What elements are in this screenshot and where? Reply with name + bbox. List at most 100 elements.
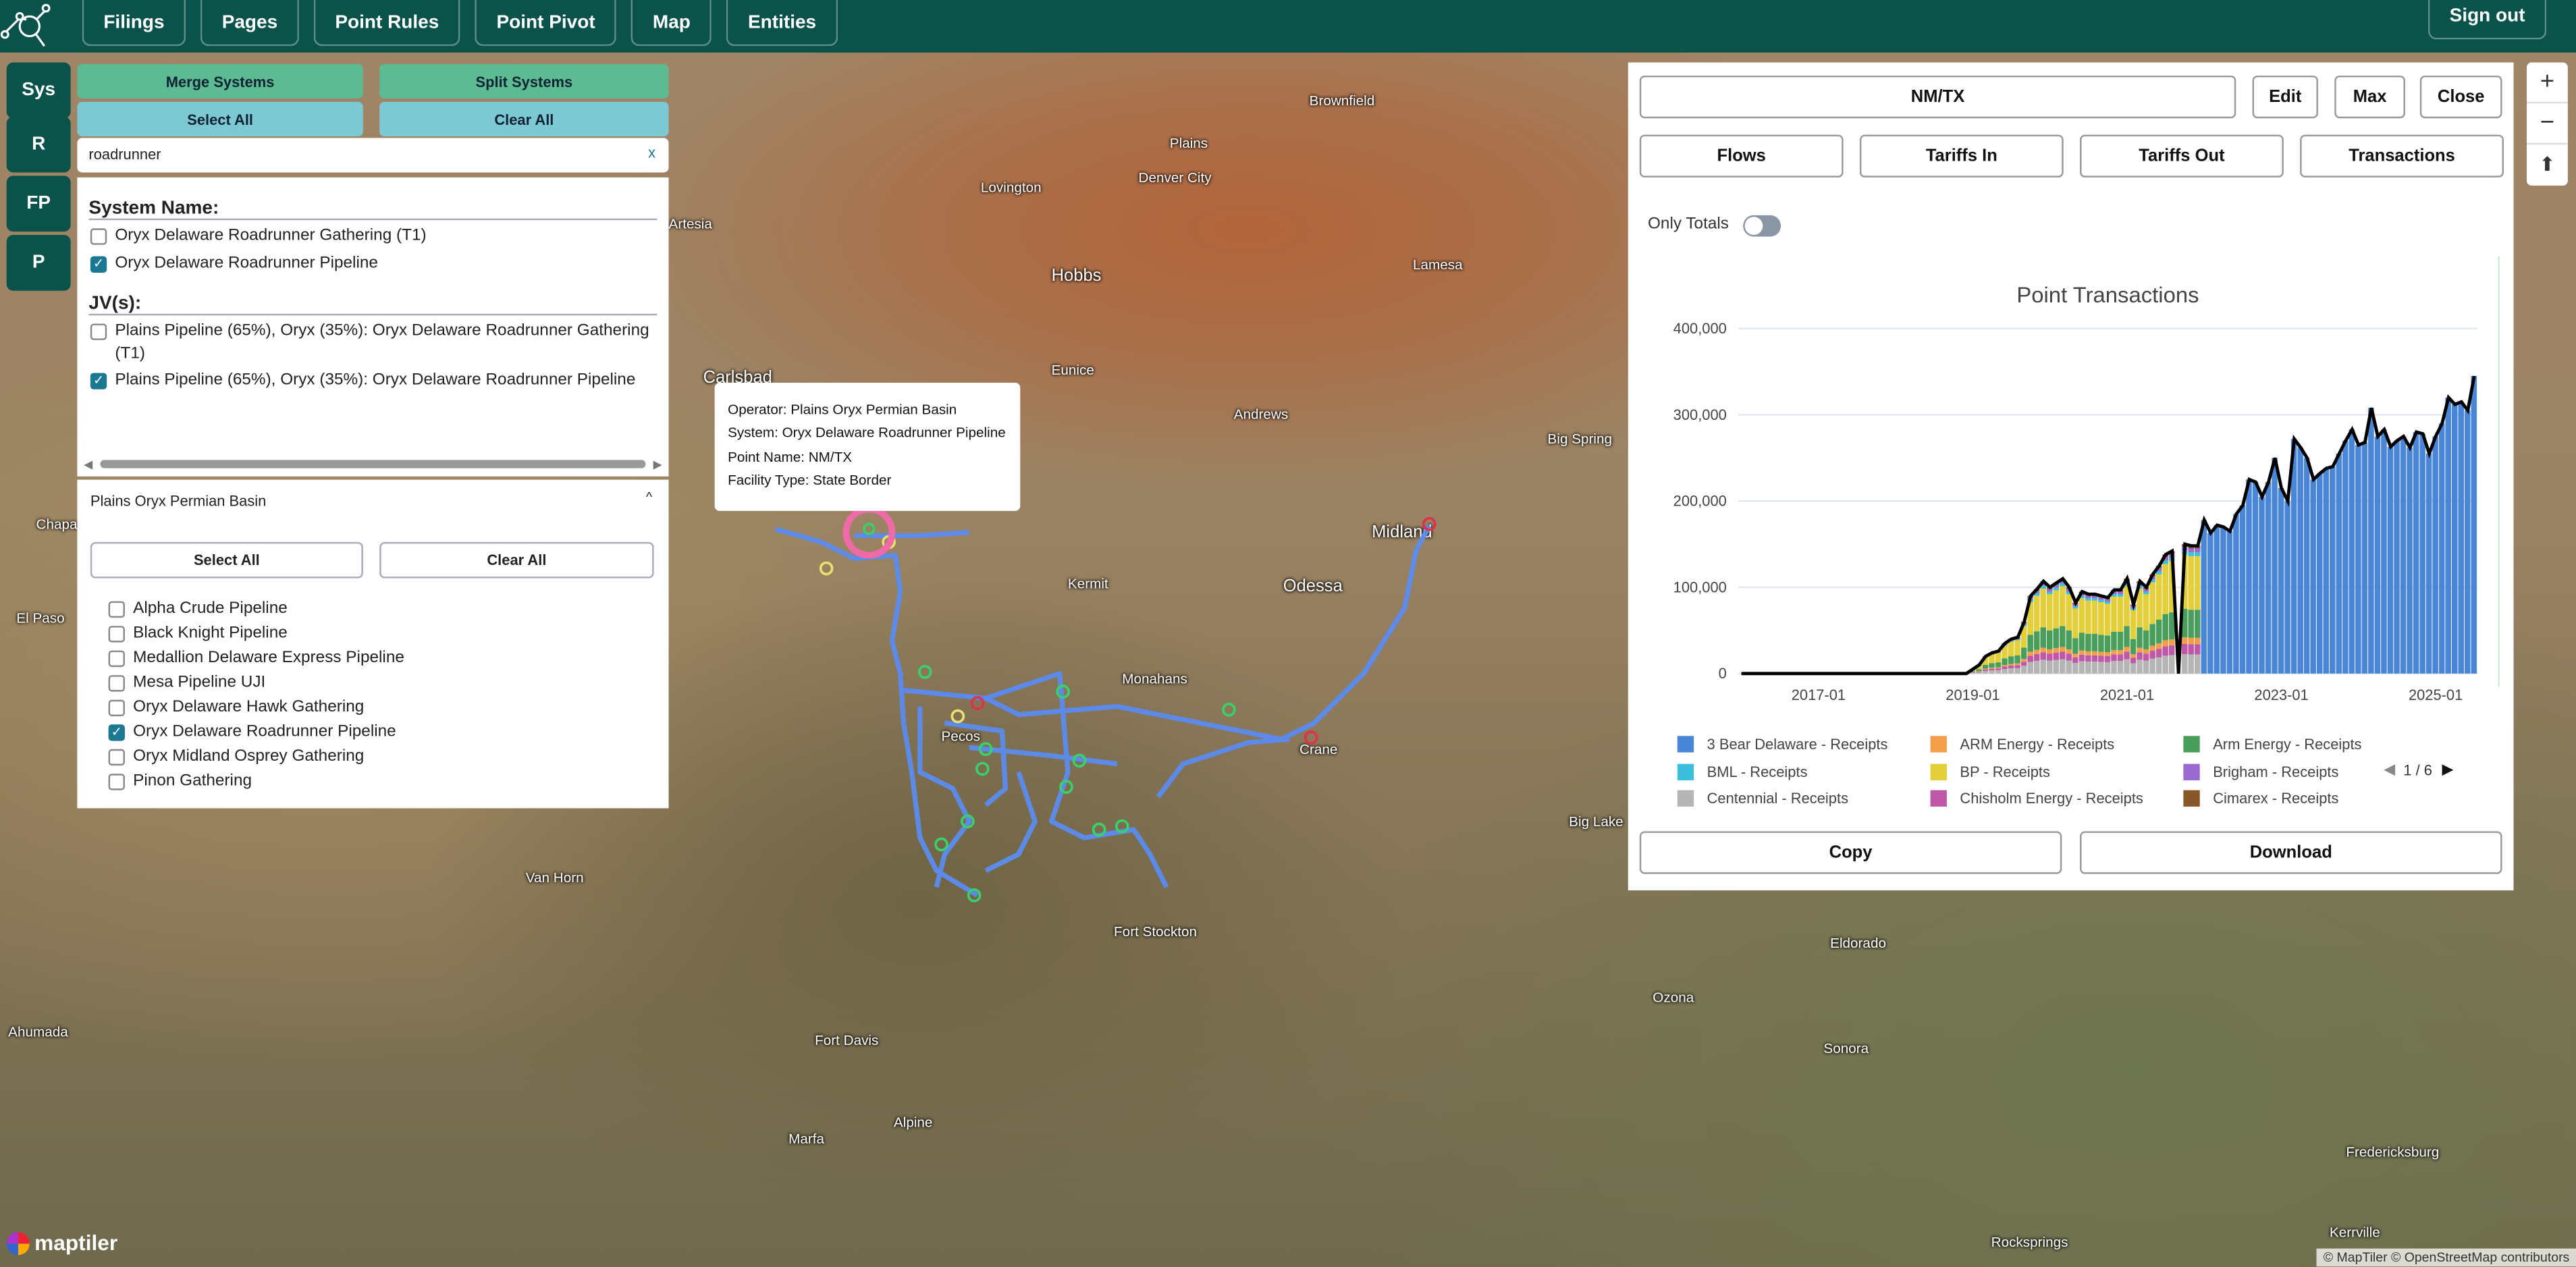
checkbox[interactable]: ✓ bbox=[108, 724, 125, 740]
bar-segment[interactable] bbox=[2091, 600, 2098, 635]
bar-segment[interactable] bbox=[2155, 574, 2162, 620]
bar-segment[interactable] bbox=[2188, 548, 2195, 553]
bar-segment[interactable] bbox=[2124, 626, 2130, 647]
operator-name[interactable]: Plains Oryx Permian Basin bbox=[90, 493, 267, 509]
bar-segment[interactable] bbox=[1989, 663, 1995, 668]
bar-segment[interactable] bbox=[2085, 655, 2091, 662]
bar-segment[interactable] bbox=[2072, 608, 2078, 639]
bar-segment[interactable] bbox=[2246, 479, 2252, 674]
maptiler-logo[interactable]: maptiler bbox=[6, 1231, 117, 1255]
bar-segment[interactable] bbox=[1995, 653, 2002, 663]
tab-tariffs-out[interactable]: Tariffs Out bbox=[2080, 134, 2284, 178]
checkbox-item[interactable]: Black Knight Pipeline bbox=[107, 622, 404, 644]
checkbox[interactable] bbox=[108, 600, 125, 617]
bar-segment[interactable] bbox=[2168, 612, 2175, 640]
bar-segment[interactable] bbox=[2098, 599, 2104, 603]
checkbox-item[interactable]: Oryx Midland Osprey Gathering bbox=[107, 745, 404, 767]
bar-segment[interactable] bbox=[2143, 630, 2149, 650]
bar-segment[interactable] bbox=[2072, 638, 2078, 654]
bar-segment[interactable] bbox=[1976, 671, 1982, 672]
operator-clear-all-button[interactable]: Clear All bbox=[379, 542, 654, 578]
checkbox-item[interactable]: Plains Pipeline (65%), Oryx (35%): Oryx … bbox=[88, 321, 657, 365]
sidebar-sys-button[interactable]: Sys bbox=[6, 62, 71, 119]
bar-segment[interactable] bbox=[2400, 436, 2407, 674]
bar-segment[interactable] bbox=[2143, 653, 2149, 661]
bar-segment[interactable] bbox=[2091, 655, 2098, 662]
bar-segment[interactable] bbox=[2008, 656, 2014, 664]
bar-segment[interactable] bbox=[2162, 646, 2168, 656]
bar-segment[interactable] bbox=[2143, 649, 2149, 654]
bar-segment[interactable] bbox=[2033, 595, 2040, 632]
bar-segment[interactable] bbox=[1976, 672, 1982, 674]
edit-button[interactable]: Edit bbox=[2252, 75, 2318, 119]
bar-segment[interactable] bbox=[1976, 669, 1982, 672]
bar-segment[interactable] bbox=[2130, 639, 2137, 655]
legend-next-icon[interactable]: ▶ bbox=[2442, 761, 2454, 779]
bar-segment[interactable] bbox=[2008, 641, 2014, 657]
bar-segment[interactable] bbox=[2091, 662, 2098, 674]
bar-segment[interactable] bbox=[2085, 595, 2091, 599]
bar-segment[interactable] bbox=[2002, 666, 2008, 670]
bar-segment[interactable] bbox=[2098, 655, 2104, 662]
bar-segment[interactable] bbox=[2413, 432, 2419, 674]
bar-segment[interactable] bbox=[2104, 655, 2111, 662]
bar-segment[interactable] bbox=[2368, 408, 2374, 674]
bar-segment[interactable] bbox=[2014, 640, 2020, 655]
bar-segment[interactable] bbox=[2361, 442, 2368, 674]
checkbox[interactable] bbox=[108, 699, 125, 716]
max-button[interactable]: Max bbox=[2334, 75, 2405, 119]
nav-map[interactable]: Map bbox=[631, 0, 712, 47]
bar-segment[interactable] bbox=[2168, 655, 2175, 674]
legend-item[interactable]: BP - Receipts bbox=[1930, 763, 2050, 780]
bar-segment[interactable] bbox=[2066, 594, 2072, 630]
bar-segment[interactable] bbox=[2104, 662, 2111, 674]
bar-segment[interactable] bbox=[2072, 663, 2078, 674]
bar-segment[interactable] bbox=[2201, 520, 2207, 674]
bar-segment[interactable] bbox=[2252, 482, 2259, 674]
bar-segment[interactable] bbox=[2046, 649, 2053, 654]
bar-segment[interactable] bbox=[2020, 662, 2027, 666]
bar-segment[interactable] bbox=[2381, 429, 2387, 674]
bar-segment[interactable] bbox=[2033, 661, 2040, 674]
horizontal-scrollbar[interactable]: ◀ ▶ bbox=[84, 458, 662, 471]
bar-segment[interactable] bbox=[2188, 552, 2195, 556]
bar-segment[interactable] bbox=[2155, 649, 2162, 657]
bar-segment[interactable] bbox=[2020, 666, 2027, 674]
bar-segment[interactable] bbox=[1989, 668, 1995, 669]
bar-segment[interactable] bbox=[2130, 654, 2137, 658]
checkbox-item[interactable]: ✓ Oryx Delaware Roadrunner Pipeline bbox=[88, 252, 657, 275]
bar-segment[interactable] bbox=[1995, 662, 2002, 668]
bar-segment[interactable] bbox=[2078, 654, 2085, 662]
operator-select-all-button[interactable]: Select All bbox=[90, 542, 363, 578]
nav-point-rules[interactable]: Point Rules bbox=[313, 0, 460, 47]
bar-segment[interactable] bbox=[2078, 632, 2085, 651]
bar-segment[interactable] bbox=[2425, 454, 2432, 674]
legend-item[interactable]: BML - Receipts bbox=[1677, 763, 1808, 780]
bar-segment[interactable] bbox=[2027, 651, 2033, 656]
bar-segment[interactable] bbox=[2046, 653, 2053, 661]
checkbox-item[interactable]: Mesa Pipeline UJI bbox=[107, 671, 404, 693]
bar-segment[interactable] bbox=[2349, 429, 2355, 674]
checkbox[interactable] bbox=[108, 773, 125, 790]
bar-segment[interactable] bbox=[2111, 661, 2117, 674]
bar-segment[interactable] bbox=[2303, 458, 2310, 674]
legend-prev-icon[interactable]: ◀ bbox=[2384, 761, 2395, 779]
bar-segment[interactable] bbox=[2195, 637, 2201, 645]
bar-segment[interactable] bbox=[2162, 640, 2168, 647]
bar-segment[interactable] bbox=[2027, 655, 2033, 662]
bar-segment[interactable] bbox=[2066, 630, 2072, 650]
bar-segment[interactable] bbox=[2002, 658, 2008, 666]
checkbox[interactable] bbox=[90, 323, 107, 340]
bar-segment[interactable] bbox=[2162, 564, 2168, 614]
bar-segment[interactable] bbox=[2195, 644, 2201, 655]
bar-segment[interactable] bbox=[2137, 627, 2143, 648]
bar-segment[interactable] bbox=[2195, 556, 2201, 610]
legend-item[interactable]: Chisholm Energy - Receipts bbox=[1930, 790, 2143, 807]
bar-segment[interactable] bbox=[2053, 648, 2060, 653]
bar-segment[interactable] bbox=[2137, 659, 2143, 674]
bar-segment[interactable] bbox=[2155, 619, 2162, 644]
bar-segment[interactable] bbox=[2060, 586, 2066, 626]
close-button[interactable]: Close bbox=[2419, 75, 2502, 119]
checkbox[interactable] bbox=[108, 674, 125, 691]
bar-segment[interactable] bbox=[2195, 610, 2201, 638]
